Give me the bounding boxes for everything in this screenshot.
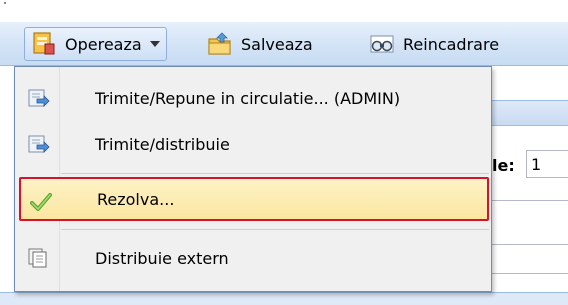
- menu-item-send-recirculate-admin[interactable]: Trimite/Repune in circulatie... (ADMIN): [15, 75, 491, 121]
- window-top-strip: [0, 0, 568, 22]
- save-label: Salveaza: [241, 34, 313, 54]
- menu-separator: [61, 229, 489, 230]
- distribute-external-icon: [28, 248, 47, 268]
- toolbar: Opereaza Salveaza Reincadrare: [0, 22, 568, 66]
- menu-item-distribute-external[interactable]: Distribuie extern: [15, 235, 491, 281]
- operate-dropdown-menu: Trimite/Repune in circulatie... (ADMIN) …: [14, 66, 492, 292]
- menu-item-send-distribute[interactable]: Trimite/distribuie: [15, 121, 491, 167]
- reclassify-button[interactable]: Reincadrare: [362, 27, 506, 61]
- background-field-box[interactable]: [490, 244, 568, 274]
- menu-item-label: Trimite/distribuie: [95, 134, 230, 154]
- background-field-input[interactable]: 1: [526, 150, 568, 178]
- operate-icon: [33, 32, 55, 55]
- chevron-down-icon: [149, 41, 160, 47]
- send-arrow-icon: [28, 135, 50, 153]
- background-header-strip: [490, 100, 568, 126]
- menu-item-label: Trimite/Repune in circulatie... (ADMIN): [95, 88, 401, 108]
- send-arrow-icon: [28, 89, 50, 107]
- save-folder-icon: [208, 32, 231, 55]
- background-divider: [490, 200, 568, 201]
- menu-item-resolve[interactable]: Rezolva...: [19, 177, 489, 221]
- top-strip-mark: [4, 2, 6, 4]
- menu-separator: [61, 173, 489, 174]
- checkmark-icon: [30, 193, 52, 211]
- menu-item-label: Rezolva...: [97, 189, 175, 209]
- operate-label: Opereaza: [65, 34, 142, 54]
- binoculars-icon: [370, 35, 394, 53]
- background-field-label: le:: [492, 156, 515, 175]
- menu-item-label: Distribuie extern: [95, 248, 229, 268]
- reclassify-label: Reincadrare: [403, 34, 500, 54]
- background-bottom-bar: [0, 292, 568, 305]
- operate-button[interactable]: Opereaza: [24, 27, 167, 61]
- save-button[interactable]: Salveaza: [200, 27, 320, 61]
